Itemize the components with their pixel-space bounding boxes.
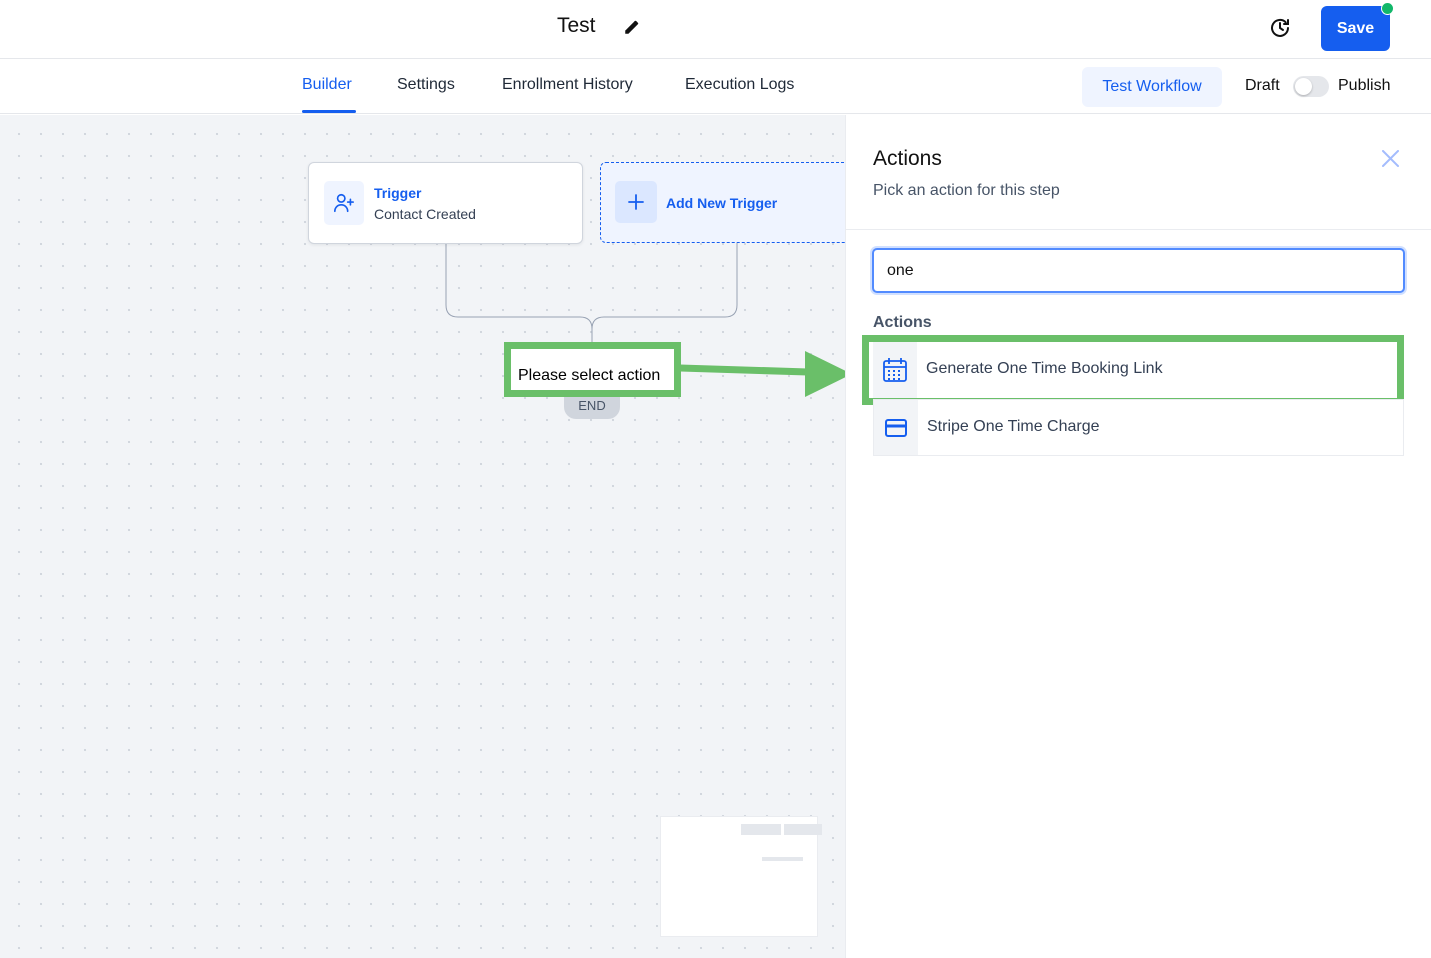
workflow-title: Test xyxy=(557,14,596,37)
action-search-input[interactable] xyxy=(872,248,1405,293)
close-icon[interactable] xyxy=(1382,150,1399,167)
tab-bar: Builder Settings Enrollment History Exec… xyxy=(0,59,1431,114)
save-button[interactable]: Save xyxy=(1321,6,1390,51)
publish-toggle[interactable] xyxy=(1293,76,1329,97)
workflow-canvas[interactable]: Trigger Contact Created Add New Trigger … xyxy=(0,115,845,958)
active-tab-indicator xyxy=(302,110,356,113)
draft-label: Draft xyxy=(1245,77,1280,94)
status-dot xyxy=(1381,2,1394,15)
panel-title: Actions xyxy=(873,147,942,170)
actions-panel: Actions Pick an action for this step Act… xyxy=(845,115,1431,958)
trigger-description: Contact Created xyxy=(374,206,476,222)
arrow-annotation xyxy=(680,351,845,397)
trigger-card[interactable]: Trigger Contact Created xyxy=(308,162,583,244)
credit-card-icon xyxy=(874,400,918,455)
tab-execution-logs[interactable]: Execution Logs xyxy=(685,76,794,94)
publish-label: Publish xyxy=(1338,77,1391,94)
test-workflow-button[interactable]: Test Workflow xyxy=(1082,67,1222,107)
plus-icon xyxy=(615,181,657,223)
minimap-node xyxy=(762,857,803,861)
history-icon[interactable] xyxy=(1268,16,1292,40)
pencil-icon[interactable] xyxy=(623,18,641,36)
add-new-trigger-button[interactable]: Add New Trigger xyxy=(600,162,845,243)
toggle-knob xyxy=(1295,78,1312,95)
select-action-node[interactable]: Please select action xyxy=(513,351,672,388)
minimap[interactable] xyxy=(660,816,822,937)
action-item-highlight xyxy=(862,335,1404,405)
tab-settings[interactable]: Settings xyxy=(397,76,455,94)
action-item-label: Stripe One Time Charge xyxy=(927,418,1100,435)
tab-builder[interactable]: Builder xyxy=(302,76,352,94)
minimap-node xyxy=(784,824,822,835)
trigger-label: Trigger xyxy=(374,185,422,201)
add-trigger-label: Add New Trigger xyxy=(666,195,778,211)
tab-enrollment-history[interactable]: Enrollment History xyxy=(502,76,633,94)
end-node: END xyxy=(564,397,620,419)
top-header: Test Save xyxy=(0,0,1431,59)
panel-subtitle: Pick an action for this step xyxy=(873,182,1060,199)
actions-section-label: Actions xyxy=(873,314,932,331)
minimap-node xyxy=(741,824,781,835)
action-item-stripe-charge[interactable]: Stripe One Time Charge xyxy=(873,399,1404,456)
add-user-icon xyxy=(324,181,364,225)
panel-divider xyxy=(846,229,1431,230)
